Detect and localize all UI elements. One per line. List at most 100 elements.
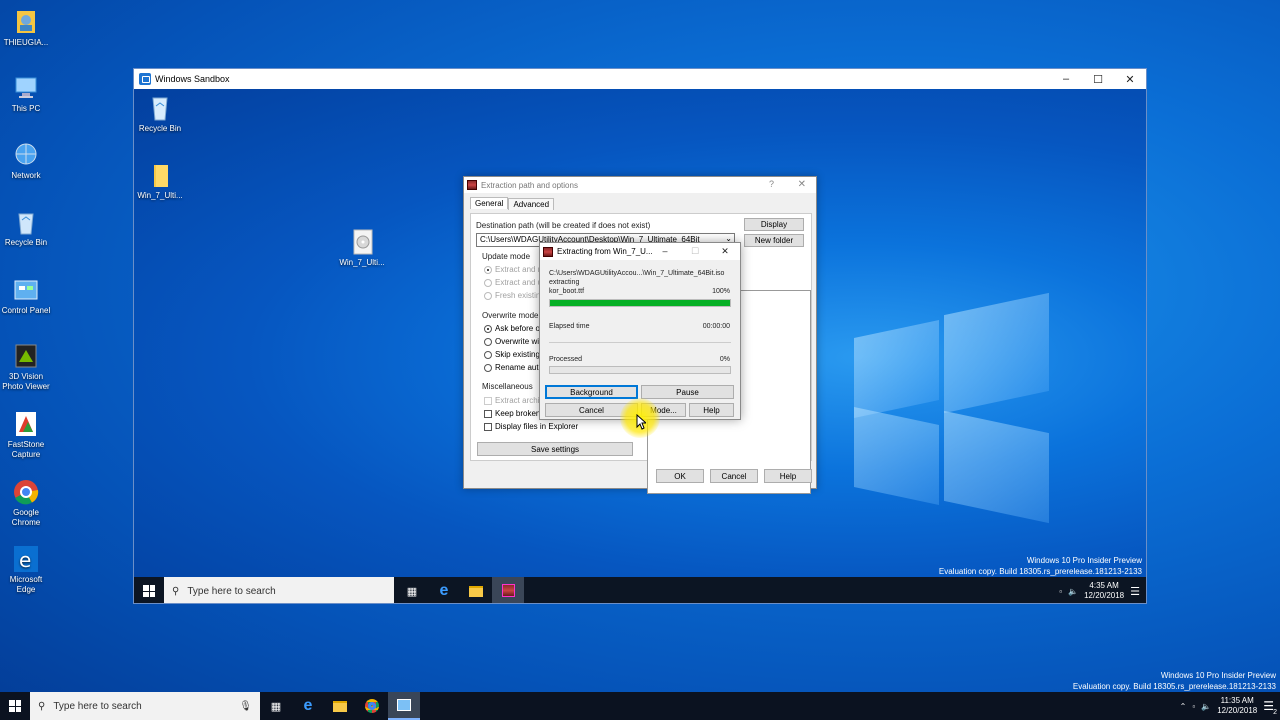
desktop-icon-faststone[interactable]: FastStone Capture — [0, 410, 52, 460]
file-progress-bar — [549, 299, 731, 307]
maximize-button[interactable]: ☐ — [680, 243, 710, 259]
chevron-up-icon[interactable]: ⌃ — [1180, 702, 1187, 711]
sandbox-icon-recycle-bin[interactable]: Recycle Bin — [134, 94, 186, 134]
close-button[interactable]: ✕ — [1114, 69, 1146, 89]
sandbox-titlebar[interactable]: Windows Sandbox – ☐ ✕ — [134, 69, 1146, 89]
total-progress-bar — [549, 366, 731, 374]
misc-option-2[interactable]: Keep broken fi — [484, 409, 547, 418]
notification-count: 2 — [1273, 709, 1277, 716]
taskbar-explorer[interactable] — [324, 692, 356, 720]
sandbox-icon-folder[interactable]: Win_7_Ulti... — [134, 161, 186, 201]
microphone-icon[interactable]: 🎙 — [239, 701, 252, 712]
overwrite-option-2[interactable]: Overwrite with — [484, 337, 546, 346]
volume-icon[interactable]: 🔈 — [1068, 587, 1078, 596]
watermark-line2: Evaluation copy. Build 18305.rs_prerelea… — [1072, 682, 1276, 691]
display-button[interactable]: Display — [744, 218, 804, 231]
start-button[interactable] — [134, 577, 164, 603]
watermark-line1: Windows 10 Pro Insider Preview — [1160, 671, 1276, 680]
desktop-icon-network[interactable]: Network — [0, 141, 52, 181]
desktop-icon-edge[interactable]: e Microsoft Edge — [0, 545, 52, 595]
radio-button[interactable] — [484, 291, 492, 300]
network-icon[interactable]: ▫ — [1059, 587, 1062, 596]
windows-icon — [143, 585, 155, 597]
notification-icon[interactable]: ☰ — [1130, 585, 1140, 598]
taskbar-edge[interactable]: e — [428, 577, 460, 603]
save-settings-button[interactable]: Save settings — [477, 442, 633, 456]
desktop-icon-control-panel[interactable]: Control Panel — [0, 276, 52, 316]
overwrite-option-3[interactable]: Skip existing fi — [484, 350, 546, 359]
notification-icon[interactable]: ☰ 2 — [1263, 699, 1277, 716]
system-tray: ⌃ ▫ 🔈 11:35 AM 12/20/2018 ☰ 2 — [1180, 692, 1280, 720]
extracting-progress-dialog[interactable]: Extracting from Win_7_U... – ☐ ✕ C:\User… — [539, 242, 741, 420]
taskbar-sandbox[interactable] — [388, 692, 420, 720]
radio-button[interactable] — [484, 324, 492, 333]
update-option-3[interactable]: Fresh existing — [484, 291, 545, 300]
misc-option-3[interactable]: Display files in Explorer — [484, 422, 578, 431]
processed-percent: 0% — [719, 356, 730, 363]
cancel-button[interactable]: Cancel — [710, 469, 758, 483]
sandbox-icon — [139, 73, 151, 85]
pause-button[interactable]: Pause — [641, 385, 734, 399]
close-icon[interactable]: ✕ — [798, 179, 806, 190]
edge-icon: e — [303, 697, 313, 714]
radio-button[interactable] — [484, 278, 492, 287]
mouse-pointer-icon — [636, 414, 646, 430]
maximize-button[interactable]: ☐ — [1082, 69, 1114, 89]
tray-clock[interactable]: 11:35 AM 12/20/2018 — [1217, 696, 1257, 716]
taskbar-chrome[interactable] — [356, 692, 388, 720]
tray-clock[interactable]: 4:35 AM 12/20/2018 — [1084, 581, 1124, 601]
control-panel-icon — [11, 276, 41, 304]
host-watermark: Windows 10 Pro Insider Preview Evaluatio… — [1073, 670, 1276, 692]
help-button[interactable]: Help — [764, 469, 812, 483]
taskbar-edge[interactable]: e — [292, 692, 324, 720]
computer-icon — [11, 74, 41, 102]
help-button[interactable]: Help — [689, 403, 734, 417]
option-label: Display files in Explorer — [495, 422, 579, 431]
background-button[interactable]: Background — [545, 385, 638, 399]
start-button[interactable] — [0, 692, 30, 720]
desktop-icon-chrome[interactable]: Google Chrome — [0, 478, 52, 528]
dialog-titlebar[interactable]: Extraction path and options ? ✕ — [464, 177, 816, 193]
desktop-icon-3d-vision[interactable]: 3D Vision Photo Viewer — [0, 342, 52, 392]
radio-button[interactable] — [484, 350, 492, 359]
progress-title: Extracting from Win_7_U... — [557, 247, 653, 256]
desktop-icon-recycle-bin[interactable]: Recycle Bin — [0, 208, 52, 248]
radio-button[interactable] — [484, 363, 492, 372]
destination-label: Destination path (will be created if doe… — [476, 221, 651, 230]
minimize-button[interactable]: – — [650, 243, 680, 259]
volume-icon[interactable]: 🔈 — [1201, 702, 1211, 711]
checkbox[interactable] — [484, 396, 492, 405]
desktop-icon-label: Win_7_Ulti... — [339, 258, 385, 267]
progress-titlebar[interactable]: Extracting from Win_7_U... – ☐ ✕ — [540, 243, 740, 260]
new-folder-button[interactable]: New folder — [744, 234, 804, 247]
network-icon[interactable]: ▫ — [1192, 702, 1195, 711]
help-icon[interactable]: ? — [769, 179, 774, 189]
taskbar-explorer[interactable] — [460, 577, 492, 603]
checkbox[interactable] — [484, 409, 492, 418]
tab-advanced[interactable]: Advanced — [508, 198, 555, 210]
radio-button[interactable] — [484, 265, 492, 274]
taskbar-search[interactable]: ⚲ Type here to search — [164, 577, 394, 603]
tab-general[interactable]: General — [470, 197, 509, 209]
update-mode-title: Update mode — [482, 252, 531, 261]
ok-button[interactable]: OK — [656, 469, 704, 483]
file-percent: 100% — [712, 288, 730, 295]
task-view-icon: ▦ — [270, 700, 282, 713]
host-taskbar: ⚲ Type here to search 🎙 ▦ e ⌃ ▫ 🔈 11:35 … — [0, 692, 1280, 720]
update-option-1[interactable]: Extract and re — [484, 265, 545, 274]
checkbox[interactable] — [484, 422, 492, 431]
task-view-button[interactable]: ▦ — [260, 692, 292, 720]
update-option-2[interactable]: Extract and up — [484, 278, 547, 287]
taskbar-search[interactable]: ⚲ Type here to search 🎙 — [30, 692, 260, 720]
radio-button[interactable] — [484, 337, 492, 346]
minimize-button[interactable]: – — [1050, 69, 1082, 89]
close-button[interactable]: ✕ — [710, 243, 740, 259]
elapsed-value: 00:00:00 — [702, 323, 730, 330]
edge-icon: e — [11, 545, 41, 573]
desktop-icon-user[interactable]: THIEUGIA... — [0, 8, 52, 48]
task-view-button[interactable]: ▦ — [396, 577, 428, 603]
misc-option-1[interactable]: Extract archiv — [484, 396, 543, 405]
taskbar-winrar[interactable] — [492, 577, 524, 603]
sandbox-icon-iso[interactable]: Win_7_Ulti... — [336, 228, 388, 268]
desktop-icon-this-pc[interactable]: This PC — [0, 74, 52, 114]
